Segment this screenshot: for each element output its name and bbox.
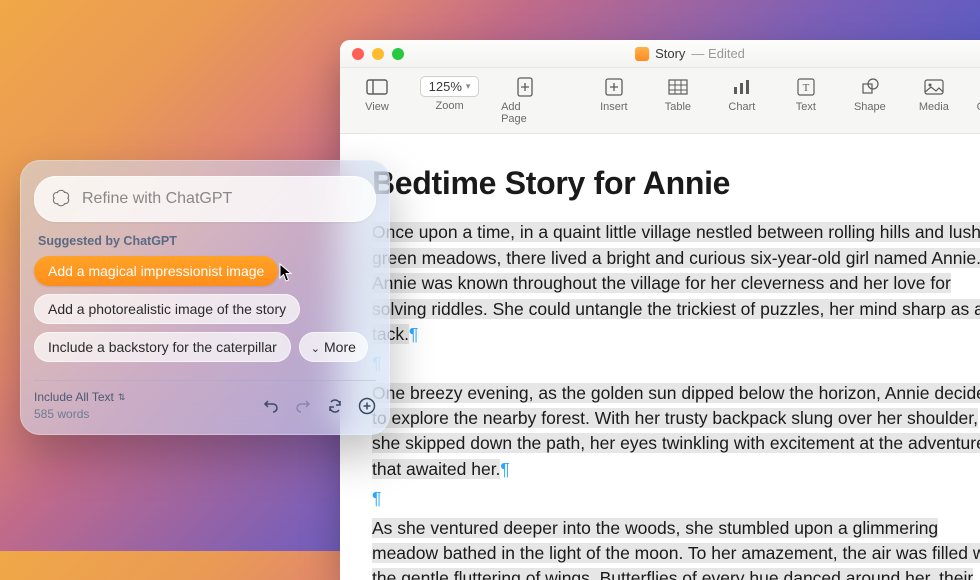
insert-button[interactable]: Insert bbox=[593, 76, 635, 125]
view-label: View bbox=[365, 101, 389, 113]
blank-paragraph: ¶ bbox=[372, 486, 980, 511]
media-icon bbox=[920, 76, 948, 98]
table-label: Table bbox=[665, 101, 691, 113]
close-button[interactable] bbox=[352, 48, 364, 60]
add-page-icon bbox=[511, 76, 539, 98]
media-label: Media bbox=[919, 101, 949, 113]
view-button[interactable]: View bbox=[356, 76, 398, 125]
suggestion-chips: Add a magical impressionist image Add a … bbox=[34, 256, 376, 362]
regenerate-button[interactable] bbox=[326, 397, 344, 415]
suggestion-chip-1[interactable]: Add a magical impressionist image bbox=[34, 256, 278, 286]
suggestion-chip-2[interactable]: Add a photorealistic image of the story bbox=[34, 294, 300, 324]
undo-button[interactable] bbox=[262, 397, 280, 415]
edited-label: — Edited bbox=[691, 46, 744, 61]
chart-label: Chart bbox=[728, 101, 755, 113]
document-title: Bedtime Story for Annie bbox=[372, 160, 980, 206]
suggestion-chip-3[interactable]: Include a backstory for the caterpillar bbox=[34, 332, 291, 362]
insert-label: Insert bbox=[600, 101, 628, 113]
text-icon: T bbox=[792, 76, 820, 98]
fullscreen-button[interactable] bbox=[392, 48, 404, 60]
pages-window: Story — Edited View 125% ▾ Zoom Add Page bbox=[340, 40, 980, 580]
traffic-lights bbox=[352, 48, 404, 60]
word-count: 585 words bbox=[34, 406, 125, 423]
add-button[interactable] bbox=[358, 397, 376, 415]
titlebar: Story — Edited bbox=[340, 40, 980, 68]
document-body[interactable]: Bedtime Story for Annie Once upon a time… bbox=[340, 134, 980, 580]
zoom-value: 125% bbox=[429, 79, 462, 94]
shape-label: Shape bbox=[854, 101, 886, 113]
document-name: Story bbox=[655, 46, 685, 61]
zoom-label: Zoom bbox=[435, 100, 463, 112]
window-title: Story — Edited bbox=[635, 46, 745, 61]
suggestions-label: Suggested by ChatGPT bbox=[38, 234, 374, 248]
add-page-button[interactable]: Add Page bbox=[501, 76, 549, 125]
toolbar: View 125% ▾ Zoom Add Page Insert bbox=[340, 68, 980, 134]
media-button[interactable]: Media bbox=[913, 76, 955, 125]
shape-icon bbox=[856, 76, 884, 98]
blank-paragraph: ¶ bbox=[372, 351, 980, 376]
shape-button[interactable]: Shape bbox=[849, 76, 891, 125]
chevron-down-icon: ▾ bbox=[466, 81, 471, 92]
text-label: Text bbox=[796, 101, 816, 113]
chart-icon bbox=[728, 76, 756, 98]
insert-icon bbox=[600, 76, 628, 98]
minimize-button[interactable] bbox=[372, 48, 384, 60]
svg-text:T: T bbox=[802, 82, 809, 94]
table-button[interactable]: Table bbox=[657, 76, 699, 125]
chart-button[interactable]: Chart bbox=[721, 76, 763, 125]
redo-button[interactable] bbox=[294, 397, 312, 415]
refine-input-container[interactable] bbox=[34, 176, 376, 222]
pilcrow-icon: ¶ bbox=[409, 324, 418, 344]
more-suggestions-button[interactable]: ⌄More bbox=[299, 332, 368, 362]
refine-input[interactable] bbox=[82, 190, 360, 208]
table-icon bbox=[664, 76, 692, 98]
chatgpt-refine-panel: Suggested by ChatGPT Add a magical impre… bbox=[20, 160, 390, 435]
text-button[interactable]: T Text bbox=[785, 76, 827, 125]
chatgpt-icon bbox=[50, 188, 72, 210]
document-icon bbox=[635, 47, 649, 61]
scope-selector[interactable]: Include All Text ⇅ bbox=[34, 389, 125, 406]
zoom-control[interactable]: 125% ▾ Zoom bbox=[420, 76, 479, 125]
panel-footer: Include All Text ⇅ 585 words bbox=[34, 380, 376, 423]
chevron-down-icon: ⌄ bbox=[311, 343, 320, 355]
sort-icon: ⇅ bbox=[118, 391, 126, 404]
paragraph-1: Once upon a time, in a quaint little vil… bbox=[372, 220, 980, 347]
paragraph-2: One breezy evening, as the golden sun di… bbox=[372, 381, 980, 483]
paragraph-3: As she ventured deeper into the woods, s… bbox=[372, 516, 980, 580]
add-page-label: Add Page bbox=[501, 101, 549, 125]
comment-label: Comment bbox=[977, 101, 980, 113]
view-icon bbox=[363, 76, 391, 98]
